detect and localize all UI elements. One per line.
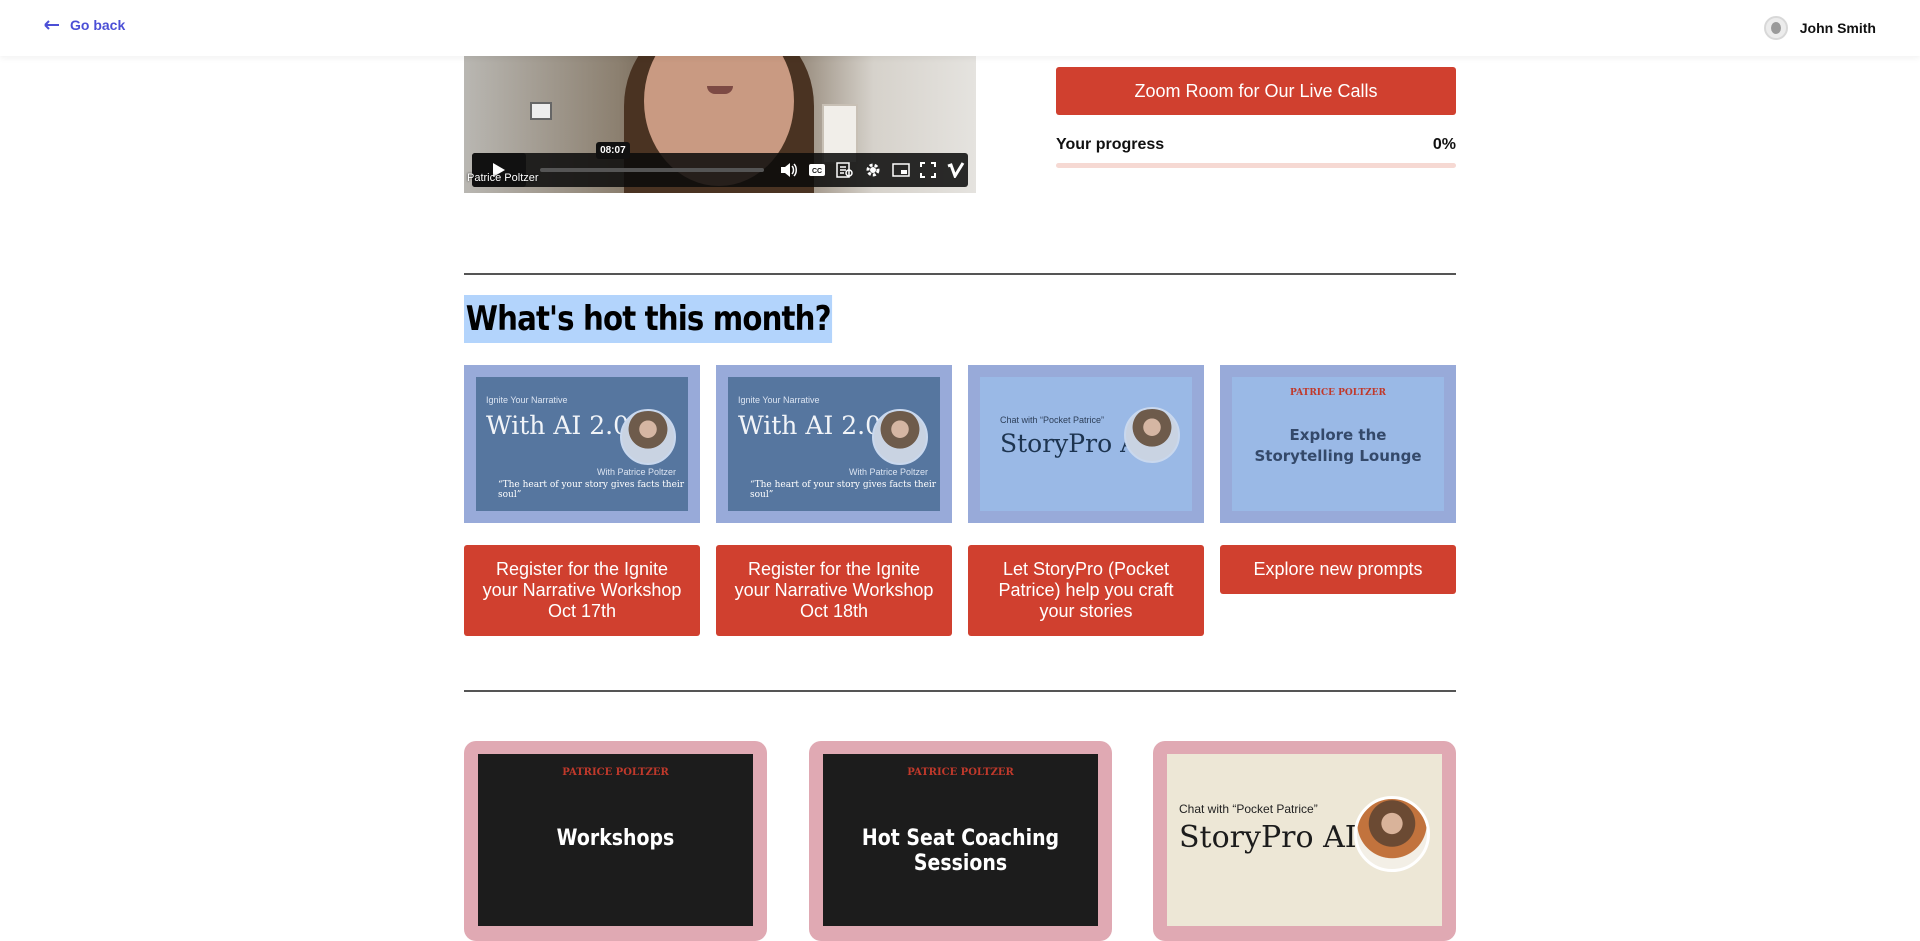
user-name: John Smith [1799,20,1876,36]
svg-text:CC: CC [812,168,822,175]
arrow-left-icon [44,20,59,30]
card-byline: With Patrice Poltzer [848,467,928,477]
progress-bar [1056,163,1456,168]
progress-label: Your progress [1056,136,1165,153]
section-title: What's hot this month? [464,295,833,343]
storypro-button[interactable]: Let StoryPro (Pocket Patrice) help you c… [968,545,1204,636]
go-back-link[interactable]: Go back [44,17,125,33]
card-title: Workshops [556,826,675,851]
card-kicker: Chat with “Pocket Patrice” [1179,802,1318,816]
video-controls: 08:07 CC [472,142,968,187]
card-kicker: Ignite Your Narrative [738,395,820,405]
fullscreen-icon[interactable] [920,162,936,178]
card-quote: “The heart of your story gives facts the… [498,480,685,500]
picture-in-picture-icon[interactable] [892,162,910,178]
storypro-card[interactable]: Chat with “Pocket Patrice” StoryPro AI [1153,741,1456,941]
card-kicker: Ignite Your Narrative [486,395,568,405]
portrait-image [1354,796,1430,872]
settings-gear-icon[interactable] [864,161,882,179]
card-title: With AI 2.0 [486,411,629,440]
hot-card-storypro[interactable]: Chat with “Pocket Patrice” StoryPro AI [968,365,1204,523]
card-title: StoryPro AI [1179,820,1357,855]
card-title: Hot Seat Coaching Sessions [861,826,1060,876]
vimeo-logo-icon[interactable] [946,162,968,178]
hot-card-workshop-oct18[interactable]: Ignite Your Narrative With AI 2.0 With P… [716,365,952,523]
section-divider [464,273,1456,275]
video-scrubber[interactable]: 08:07 [540,142,764,172]
go-back-label: Go back [70,17,126,33]
portrait-image [620,409,676,465]
card-title: With AI 2.0 [738,411,881,440]
top-bar: Go back John Smith [0,0,1920,56]
portrait-image [1124,407,1180,463]
register-oct18-button[interactable]: Register for the Ignite your Narrative W… [716,545,952,636]
user-menu[interactable]: John Smith [1763,16,1876,40]
card-kicker: Chat with “Pocket Patrice” [1000,415,1105,425]
explore-prompts-button[interactable]: Explore new prompts [1220,545,1456,594]
brand-logo: PATRICE POLTZER [562,767,669,778]
zoom-room-button[interactable]: Zoom Room for Our Live Calls [1056,67,1456,115]
hot-seat-coaching-card[interactable]: PATRICE POLTZER Hot Seat Coaching Sessio… [809,741,1112,941]
progress-value: 0% [1432,136,1456,153]
card-byline: With Patrice Poltzer [596,467,676,477]
time-tooltip: 08:07 [596,142,630,159]
register-oct17-button[interactable]: Register for the Ignite your Narrative W… [464,545,700,636]
card-title: Explore the Storytelling Lounge [1254,426,1422,465]
video-caption: Patrice Poltzer [467,172,539,184]
hot-card-workshop-oct17[interactable]: Ignite Your Narrative With AI 2.0 With P… [464,365,700,523]
section-divider [464,690,1456,692]
workshops-card[interactable]: PATRICE POLTZER Workshops [464,741,767,941]
avatar [1763,16,1788,40]
portrait-image [872,409,928,465]
video-player[interactable]: Patrice Poltzer 08:07 CC [464,56,976,193]
card-quote: “The heart of your story gives facts the… [750,480,937,500]
brand-logo: PATRICE POLTZER [1290,388,1386,398]
hot-card-storytelling-lounge[interactable]: PATRICE POLTZER Explore the Storytelling… [1220,365,1456,523]
brand-logo: PATRICE POLTZER [907,767,1014,778]
captions-icon[interactable]: CC [808,163,826,177]
transcript-icon[interactable] [836,162,854,178]
volume-icon[interactable] [780,162,798,178]
